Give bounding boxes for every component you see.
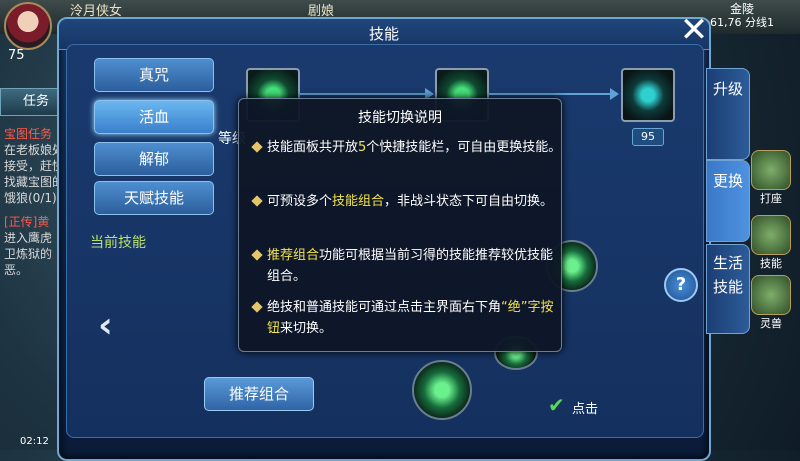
quest-line: [正传]黄	[4, 215, 50, 229]
close-button[interactable]: ✕	[676, 12, 712, 48]
recommend-combo-button[interactable]: 推荐组合	[204, 377, 314, 411]
quest-line: 宝图任务	[4, 127, 53, 141]
tab-life-skill-label: 生活技能	[712, 254, 743, 296]
tooltip-item: 绝技和普通技能可通过点击主界面右下角“绝”字按钮来切换。	[251, 297, 563, 339]
tooltip-highlight: 推荐组合	[267, 248, 320, 263]
current-skills-label: 当前技能	[90, 235, 146, 251]
skill-switch-tooltip: 技能切换说明 技能面板共开放5个快捷技能栏，可自由更换技能。 可预设多个技能组合…	[238, 98, 562, 352]
category-zhenzhou[interactable]: 真咒	[94, 58, 214, 92]
close-icon: ✕	[679, 10, 709, 50]
tooltip-item: 可预设多个技能组合，非战斗状态下可自由切换。	[251, 191, 563, 212]
skill-shortcut-label: 技能	[760, 257, 782, 270]
quest-line: 在老板娘处	[4, 143, 65, 157]
question-icon: ?	[675, 274, 687, 295]
diamond-bullet-icon	[251, 195, 263, 207]
help-button[interactable]: ?	[664, 268, 698, 302]
meditate-button[interactable]: 打座	[742, 150, 800, 206]
player-avatar[interactable]	[4, 2, 52, 50]
quest-line: 饿狼(0/1)	[4, 191, 57, 205]
quest-line: 进入鹰虎	[4, 231, 53, 245]
diamond-bullet-icon	[251, 141, 263, 153]
meditate-label: 打座	[760, 192, 782, 205]
quest-line: 接受，赶快	[4, 159, 65, 173]
tooltip-item: 推荐组合功能可根据当前习得的技能推荐较优技能组合。	[251, 245, 563, 287]
skill-shortcut-icon	[751, 215, 791, 255]
tooltip-text: 可预设多个	[267, 194, 333, 209]
category-huoxue[interactable]: 活血	[94, 100, 214, 134]
diamond-bullet-icon	[251, 249, 263, 261]
arrow-right-icon	[610, 88, 619, 100]
chevron-left-icon[interactable]: ‹	[98, 305, 113, 346]
diamond-bullet-icon	[251, 301, 263, 313]
check-icon[interactable]: ✔	[548, 395, 566, 415]
quest-tracker[interactable]: 宝图任务 在老板娘处 接受，赶快 找藏宝图的 饿狼(0/1) [正传]黄 进入鹰…	[4, 126, 64, 278]
tab-upgrade-label: 升级	[712, 80, 743, 98]
tooltip-text: 技能面板共开放	[267, 140, 359, 155]
map-coords: 61,76 分线1	[710, 16, 774, 29]
tooltip-text: 来切换。	[280, 321, 333, 336]
pet-icon	[751, 275, 791, 315]
quest-line: 卫炼狱的	[4, 247, 53, 261]
tooltip-item: 技能面板共开放5个快捷技能栏，可自由更换技能。	[251, 137, 563, 158]
pet-label: 灵兽	[760, 317, 782, 330]
skill-slot[interactable]	[412, 360, 472, 420]
skill-shortcut-button[interactable]: 技能	[742, 215, 800, 271]
tab-upgrade[interactable]: 升级	[706, 68, 750, 160]
quest-line: 恶。	[4, 263, 29, 277]
pet-button[interactable]: 灵兽	[742, 275, 800, 331]
meditate-icon	[751, 150, 791, 190]
category-jieyu[interactable]: 解郁	[94, 142, 214, 176]
clock: 02:12	[20, 436, 49, 447]
tooltip-highlight: 技能组合	[332, 194, 385, 209]
tooltip-text: 绝技和普通技能可通过点击主界面右下角	[267, 300, 502, 315]
tab-replace[interactable]: 更换	[706, 160, 750, 242]
tab-life-skill[interactable]: 生活技能	[706, 244, 750, 334]
category-talent[interactable]: 天赋技能	[94, 181, 214, 215]
tooltip-text: ，非战斗状态下可自由切换。	[384, 194, 554, 209]
skill-level-badge: 95	[632, 128, 664, 146]
player-level: 75	[8, 48, 25, 63]
quest-line: 找藏宝图的	[4, 175, 65, 189]
arrow-line	[298, 93, 428, 95]
skill-icon[interactable]	[621, 68, 675, 122]
click-label: 点击	[572, 402, 599, 417]
tooltip-title: 技能切换说明	[358, 110, 442, 126]
arrow-line	[487, 93, 613, 95]
tab-replace-label: 更换	[712, 172, 743, 190]
tooltip-text: 个快捷技能栏，可自由更换技能。	[366, 140, 562, 155]
